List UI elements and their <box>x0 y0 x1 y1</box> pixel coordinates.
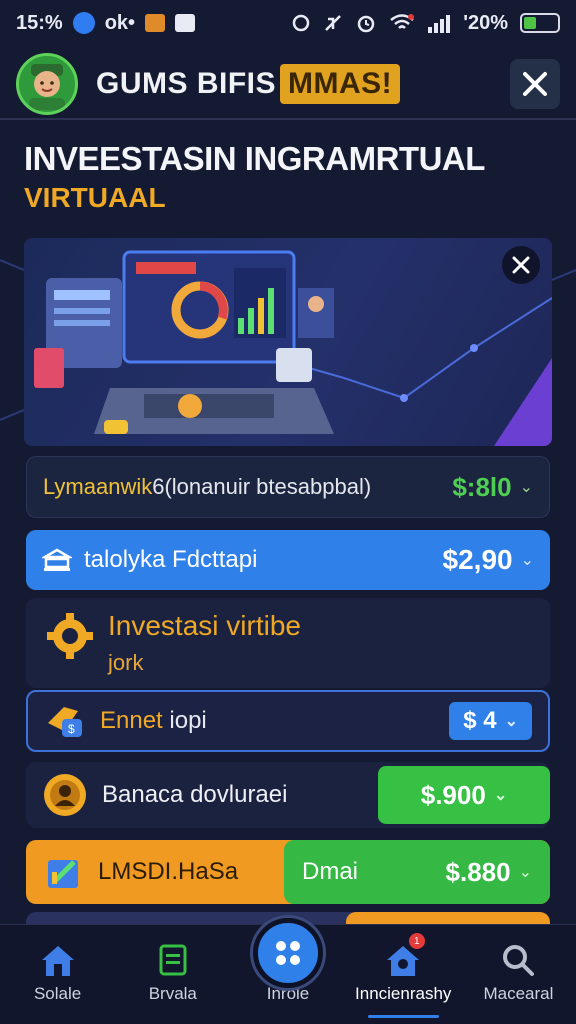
page-title: INVEESTASIN INGRAMRTUAL <box>24 140 485 177</box>
avatar-face-icon <box>29 64 65 110</box>
section-subtitle: jork <box>108 650 144 675</box>
row-amount: $.880 <box>445 856 511 887</box>
document-icon <box>159 944 187 976</box>
row-label: Ennet iopi <box>100 707 207 735</box>
section-title: Investasi virtibe <box>108 610 301 641</box>
chevron-down-icon: ⌄ <box>493 787 508 804</box>
nav-label: Macearal <box>483 984 554 1003</box>
investment-row-selected[interactable]: $ Ennet iopi $ 4 ⌄ <box>26 690 550 752</box>
app-title: GUMS BIFIS MMAS! <box>96 64 401 104</box>
center-action-button[interactable] <box>253 918 323 988</box>
amount-green-button[interactable]: Dmai $.880 ⌄ <box>284 840 550 904</box>
app-title-text: GUMS BIFIS <box>96 67 277 100</box>
amount-pill-button[interactable]: $ 4 ⌄ <box>449 702 532 740</box>
amount-green-button[interactable]: $.900 ⌄ <box>378 766 550 824</box>
row-amount: $ 4 <box>463 707 497 734</box>
chevron-down-icon[interactable]: ⌄ <box>521 550 534 570</box>
home-icon <box>41 946 74 976</box>
nav-item-home[interactable]: Solale <box>0 925 115 1024</box>
notification-icon <box>145 14 166 32</box>
search-icon <box>503 945 535 976</box>
row-label-rest: iopi <box>162 707 207 734</box>
investment-row-banana[interactable]: Banaca dovluraei $.900 ⌄ <box>26 762 550 828</box>
row-label: Banaca dovluraei <box>102 781 288 808</box>
investment-section: Investasi virtibe jork <box>26 598 550 688</box>
carrier-label: ok• <box>104 11 136 34</box>
battery-percent: '20% <box>463 11 508 34</box>
row-label: LMSDI.HaSa <box>98 858 239 885</box>
chart-pencil-icon <box>48 860 78 888</box>
row-name: Dmai <box>302 858 359 885</box>
signal-icon <box>428 15 451 33</box>
row-label: Lymaanwik6(lonanuir btesabpbal) <box>43 474 371 500</box>
nav-item-documents[interactable]: Brvala <box>115 925 230 1024</box>
nav-label: Brvala <box>148 984 197 1003</box>
browser-icon <box>72 12 95 34</box>
nav-label: Inncienrashy <box>355 984 452 1003</box>
coin-tag-icon: $ <box>48 707 82 737</box>
row-label-rest: 6(lonanuir btesabpbal) <box>152 474 372 499</box>
grid-icon <box>276 941 300 965</box>
row-label: talolyka Fdcttapi <box>84 546 258 573</box>
row-label-prefix: Lymaanwik <box>43 474 153 499</box>
avatar[interactable] <box>16 53 78 115</box>
investment-row-summary[interactable]: Lymaanwik6(lonanuir btesabpbal) $:8l0 ⌄ <box>26 456 550 518</box>
notification-badge: 1 <box>408 933 425 949</box>
row-amount: $.900 <box>420 779 486 810</box>
page-subtitle: VIRTUAAL <box>24 182 166 213</box>
close-icon <box>523 72 547 96</box>
message-icon <box>175 14 196 32</box>
investment-row-highlight[interactable]: talolyka Fdcttapi $2,90 ⌄ <box>26 530 550 590</box>
clock: 15:% <box>16 11 63 34</box>
status-bar: 15:% ok• '20% <box>0 0 576 46</box>
close-icon <box>512 256 530 274</box>
wifi-icon <box>390 14 415 29</box>
banner-close-button[interactable] <box>502 246 540 284</box>
battery-icon <box>520 13 560 33</box>
app-header: GUMS BIFIS MMAS! <box>0 50 576 118</box>
investment-row-lmsdi[interactable]: LMSDI.HaSa Dmai $.880 ⌄ <box>26 840 550 904</box>
mute-icon <box>325 15 342 31</box>
row-amount: $:8l0 <box>452 471 512 502</box>
gear-coin-icon <box>47 613 93 659</box>
chevron-down-icon[interactable]: ⌄ <box>520 477 533 497</box>
chevron-down-icon: ⌄ <box>518 864 532 881</box>
svg-text:$: $ <box>68 722 75 736</box>
investment-illustration <box>34 250 552 446</box>
row-amount: $2,90 <box>442 544 513 575</box>
close-button[interactable] <box>510 59 560 109</box>
promo-banner[interactable] <box>24 238 552 446</box>
alarm-icon <box>357 15 375 33</box>
app-title-badge: MMAS! <box>280 64 401 104</box>
chevron-down-icon: ⌄ <box>504 713 518 730</box>
bank-icon <box>42 548 72 571</box>
gold-coin-person-icon <box>44 774 86 816</box>
nav-label: Solale <box>33 984 82 1003</box>
row-label-prefix: Ennet <box>100 707 163 734</box>
nav-item-search[interactable]: Macearal <box>461 925 576 1024</box>
header-divider <box>0 118 576 120</box>
sync-icon <box>292 14 310 32</box>
nav-item-invest[interactable]: 1 Inncienrashy <box>346 925 461 1024</box>
